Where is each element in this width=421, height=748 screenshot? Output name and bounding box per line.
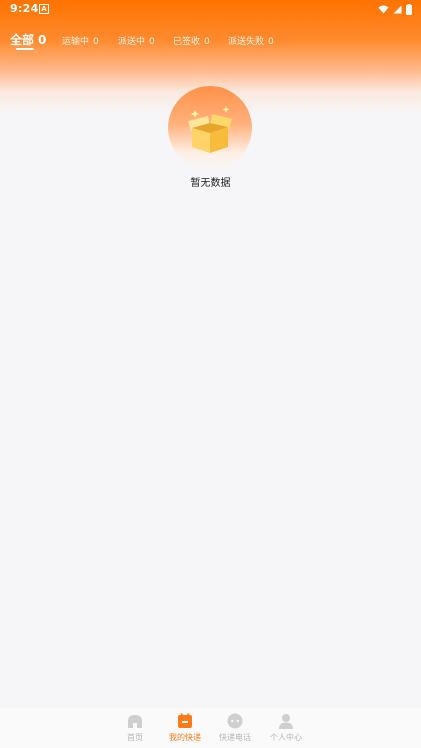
empty-text: 暂无数据 bbox=[190, 178, 231, 189]
nav-label: 快递电话 bbox=[219, 733, 251, 742]
tab-signed[interactable]: 已签收 0 bbox=[173, 34, 210, 47]
tab-count: 0 bbox=[204, 37, 210, 47]
a-icon: A bbox=[39, 4, 49, 14]
active-tab-indicator bbox=[16, 48, 34, 50]
tab-delivery-failed[interactable]: 派送失败 0 bbox=[228, 34, 274, 47]
status-tabs: 全部 0 运输中 0 派送中 0 已签收 0 派送失败 0 bbox=[0, 28, 421, 54]
package-icon bbox=[178, 713, 192, 728]
tab-count: 0 bbox=[268, 37, 274, 47]
tab-all[interactable]: 全部 0 bbox=[10, 31, 46, 48]
signal-icon bbox=[393, 5, 402, 13]
nav-item-profile[interactable]: 个人中心 bbox=[260, 712, 312, 743]
bottom-navigation: 首页 我的快递 快递电话 个人中心 bbox=[0, 708, 421, 748]
nav-label: 首页 bbox=[127, 733, 143, 742]
nav-item-home[interactable]: 首页 bbox=[109, 712, 161, 743]
status-bar: 9:24 A bbox=[0, 0, 421, 20]
tab-label: 派送中 bbox=[118, 37, 146, 47]
tab-in-transit[interactable]: 运输中 0 bbox=[62, 34, 99, 47]
nav-item-courier-phone[interactable]: 快递电话 bbox=[209, 712, 261, 743]
tab-count: 0 bbox=[93, 37, 99, 47]
status-time: 9:24 bbox=[10, 2, 39, 15]
tab-label: 全部 bbox=[10, 33, 35, 47]
open-box-icon bbox=[188, 106, 232, 153]
empty-illustration bbox=[168, 86, 252, 170]
tab-count: 0 bbox=[38, 33, 47, 47]
person-icon bbox=[279, 714, 293, 729]
tab-delivering[interactable]: 派送中 0 bbox=[118, 34, 155, 47]
status-icons bbox=[378, 3, 412, 15]
tab-label: 派送失败 bbox=[228, 37, 265, 47]
home-icon bbox=[128, 715, 142, 728]
nav-label: 个人中心 bbox=[270, 733, 302, 742]
tab-label: 已签收 bbox=[173, 37, 201, 47]
tab-label: 运输中 bbox=[62, 37, 90, 47]
battery-icon bbox=[406, 3, 412, 15]
nav-item-my-packages[interactable]: 我的快递 bbox=[159, 712, 211, 743]
wifi-icon bbox=[378, 5, 389, 13]
chat-icon bbox=[227, 713, 243, 729]
tab-count: 0 bbox=[149, 37, 155, 47]
nav-label: 我的快递 bbox=[169, 733, 201, 742]
